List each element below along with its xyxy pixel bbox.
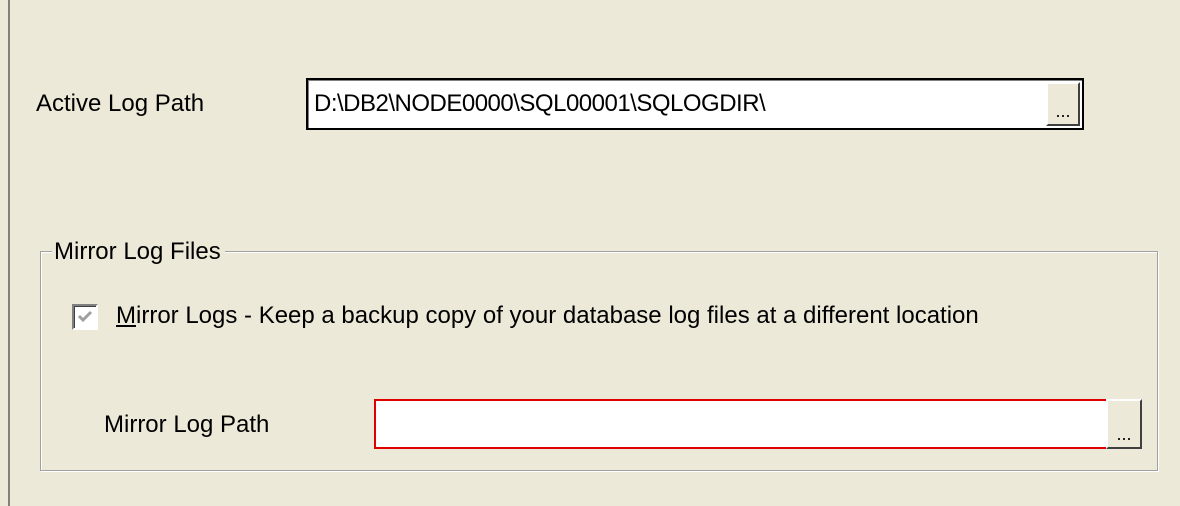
active-log-browse-button[interactable]: ... <box>1046 82 1080 126</box>
active-log-path-field[interactable]: D:\DB2\NODE0000\SQL00001\SQLOGDIR\ ... <box>306 78 1084 130</box>
active-log-path-label: Active Log Path <box>36 90 205 117</box>
browse-dots-icon: ... <box>1116 424 1132 444</box>
mirror-log-path-field[interactable]: ... <box>374 399 1142 449</box>
browse-dots-icon: ... <box>1055 101 1071 121</box>
checkmark-icon <box>77 310 93 323</box>
mirror-logs-label-text: irror Logs - Keep a backup copy of your … <box>136 302 979 329</box>
mirror-log-browse-button[interactable]: ... <box>1106 399 1142 449</box>
mirror-logs-checkbox[interactable] <box>72 304 98 330</box>
mirror-log-path-label: Mirror Log Path <box>104 411 270 438</box>
mirror-logs-checkbox-label[interactable]: Mirror Logs - Keep a backup copy of your… <box>116 302 979 330</box>
mirror-logs-mnemonic: M <box>116 302 136 329</box>
panel-left-border <box>8 0 10 506</box>
active-log-path-value: D:\DB2\NODE0000\SQL00001\SQLOGDIR\ <box>314 90 766 117</box>
mirror-log-files-title: Mirror Log Files <box>52 238 225 266</box>
